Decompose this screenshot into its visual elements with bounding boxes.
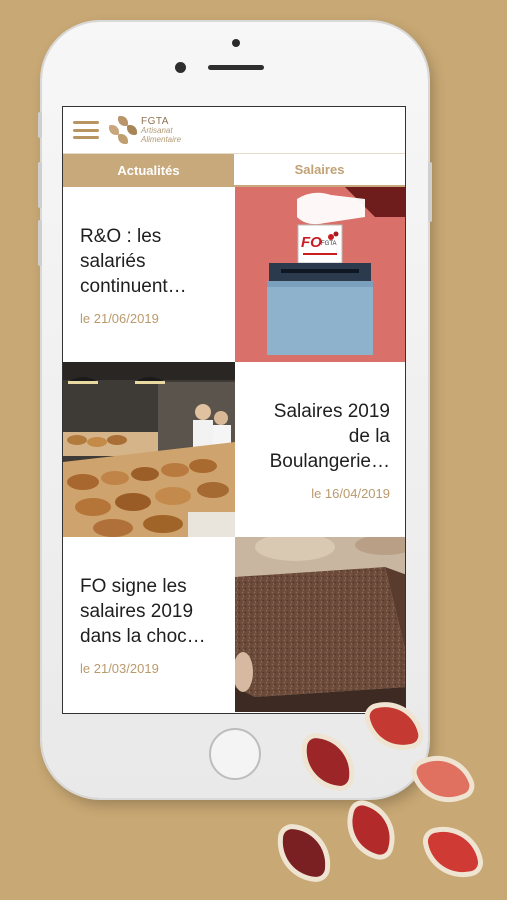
proximity-sensor [175,62,186,73]
svg-text:FGTA: FGTA [321,241,337,247]
power-button [428,162,432,222]
volume-up-button [38,162,42,208]
tab-bar: Actualités Salaires [63,153,405,187]
app-screen: FGTA Artisanat Alimentaire Actualités Sa… [62,106,406,714]
article-title: FO signe les salaires 2019 dans la choc… [80,575,206,647]
logo-line3: Alimentaire [141,134,182,144]
logo-line1: FGTA [141,115,169,127]
bakery-shop-photo[interactable] [63,362,235,537]
article-date: le 21/03/2019 [80,660,159,676]
hamburger-menu-icon[interactable] [73,121,99,139]
article-title: R&O : les salariés continuent… [80,225,187,297]
article-grid: R&O : les salariés continuent… le 21/06/… [63,187,405,712]
fgta-logo: FGTA Artisanat Alimentaire [109,116,181,144]
logo-line2: Artisanat [141,125,173,135]
article-date: le 16/04/2019 [311,485,390,501]
app-header: FGTA Artisanat Alimentaire [63,107,405,153]
article-card-1[interactable]: R&O : les salariés continuent… le 21/06/… [63,187,235,362]
front-camera [232,39,240,47]
svg-text:FO: FO [301,234,322,251]
mute-switch [38,112,42,138]
earpiece-speaker [208,65,264,70]
home-button[interactable] [209,728,261,780]
logo-text: FGTA Artisanat Alimentaire [141,115,182,144]
article-date: le 21/06/2019 [80,310,159,326]
fgta-logo-mark-icon [109,116,137,144]
chocolate-slab-photo[interactable] [235,537,405,712]
ballot-box-fo-illustration[interactable]: FO FGTA [235,187,405,362]
tab-salaires[interactable]: Salaires [234,154,405,187]
volume-down-button [38,220,42,266]
article-card-3[interactable]: FO signe les salaires 2019 dans la choc…… [63,537,235,712]
tab-actualites[interactable]: Actualités [63,154,234,187]
article-title: Salaires 2019 de la Boulangerie… [269,400,390,472]
article-card-2[interactable]: Salaires 2019 de la Boulangerie… le 16/0… [235,362,405,537]
